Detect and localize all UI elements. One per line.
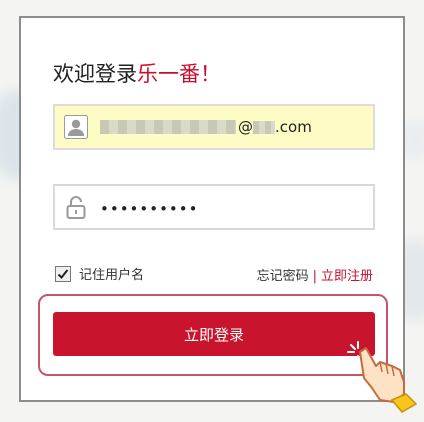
remember-checkbox[interactable] — [55, 265, 71, 282]
account-links: 忘记密码 | 立即注册 — [257, 265, 373, 284]
pointing-hand-icon — [347, 341, 418, 413]
redacted-text — [253, 121, 275, 134]
title-prefix: 欢迎登录 — [53, 62, 137, 86]
password-value: •••••••••• — [100, 200, 199, 218]
check-icon — [57, 268, 69, 279]
lock-icon — [66, 196, 86, 219]
link-separator: | — [312, 269, 317, 284]
username-field[interactable]: @ .com — [53, 104, 375, 150]
login-button[interactable]: 立即登录 — [53, 312, 375, 356]
username-at: @ — [238, 118, 253, 136]
brand-name: 乐一番 — [137, 62, 200, 86]
remember-username[interactable]: 记住用户名 — [55, 264, 144, 283]
username-value: @ .com — [100, 118, 312, 136]
password-field[interactable]: •••••••••• — [53, 184, 375, 230]
register-link[interactable]: 立即注册 — [321, 269, 373, 284]
redacted-text — [100, 120, 236, 134]
login-title: 欢迎登录乐一番！ — [53, 58, 221, 88]
user-icon — [64, 115, 88, 139]
title-suffix: ！ — [200, 62, 221, 86]
forgot-password-link[interactable]: 忘记密码 — [257, 269, 309, 284]
remember-label: 记住用户名 — [79, 268, 145, 283]
username-domain: com — [279, 118, 312, 136]
